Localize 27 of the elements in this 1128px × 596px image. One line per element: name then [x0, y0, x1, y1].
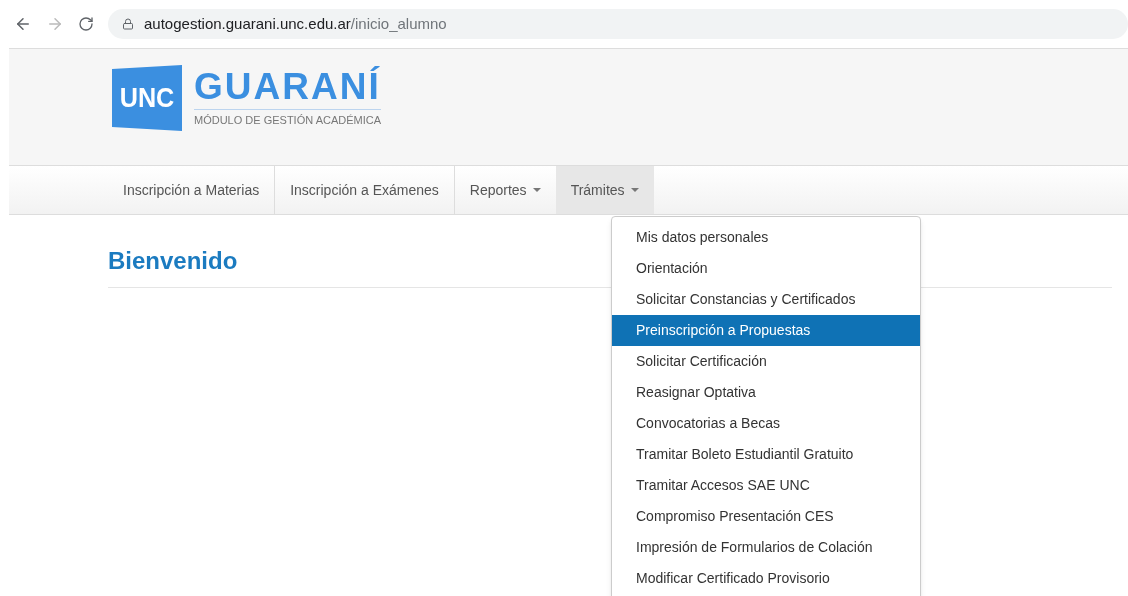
menu-item[interactable]: Orientación	[612, 253, 920, 284]
nav-link[interactable]: Inscripción a Materias	[108, 166, 276, 214]
menu-item[interactable]: Modificar Certificado Provisorio	[612, 563, 920, 594]
menu-item[interactable]: Preinscripción a Propuestas	[612, 315, 920, 346]
nav-dropdown[interactable]: Reportes	[454, 166, 556, 214]
nav-link[interactable]: Inscripción a Exámenes	[275, 166, 455, 214]
caret-icon	[630, 188, 639, 192]
back-icon[interactable]	[14, 15, 32, 33]
menu-item[interactable]: Reasignar Optativa	[612, 377, 920, 408]
url-text: autogestion.guarani.unc.edu.ar/inicio_alumno	[144, 13, 447, 34]
address-bar[interactable]: autogestion.guarani.unc.edu.ar/inicio_alumno	[108, 9, 1128, 39]
menu-item[interactable]: Mis datos personales	[612, 222, 920, 253]
logo-title: GUARANÍ	[194, 67, 382, 108]
lock-icon	[122, 18, 134, 30]
menu-item[interactable]: Impresión de Formularios de Colación	[612, 532, 920, 563]
logo-subtitle: MÓDULO DE GESTIÓN ACADÉMICA	[194, 113, 382, 129]
menu-item[interactable]: Solicitar Certificación	[612, 346, 920, 377]
menu-item[interactable]: Convocatorias a Becas	[612, 408, 920, 439]
reload-icon[interactable]	[78, 16, 94, 32]
menu-item[interactable]: Tramitar Boleto Estudiantil Gratuito	[612, 439, 920, 470]
nav-dropdown[interactable]: Trámites	[555, 166, 654, 214]
unc-badge: UNC	[111, 65, 183, 131]
menu-item[interactable]: Tramitar Accesos SAE UNC	[612, 470, 920, 501]
menu-item[interactable]: Solicitar Constancias y Certificados	[612, 284, 920, 315]
menu-item[interactable]: Compromiso Presentación CES	[612, 501, 920, 532]
page-heading: Bienvenido	[108, 247, 238, 274]
caret-icon	[532, 188, 541, 192]
